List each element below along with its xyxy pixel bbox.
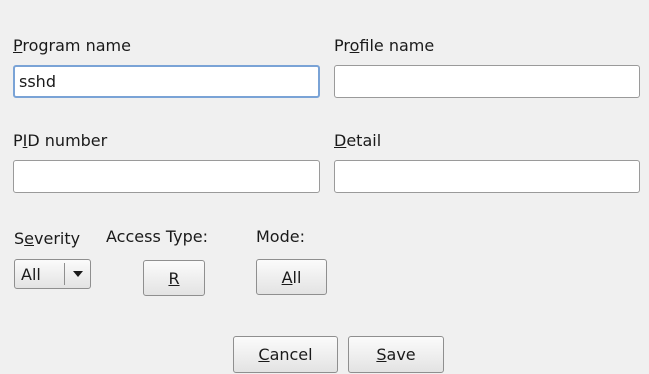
mode-label: Mode: — [256, 227, 305, 246]
access-type-button[interactable]: R — [143, 260, 205, 296]
detail-label: Detail — [334, 131, 382, 150]
pid-number-label: PID number — [13, 131, 108, 150]
program-name-input[interactable] — [13, 65, 320, 98]
severity-dropdown[interactable]: All — [14, 259, 91, 289]
severity-selected-value: All — [21, 264, 41, 284]
access-type-label: Access Type: — [106, 227, 208, 246]
mode-button[interactable]: All — [256, 259, 327, 295]
detail-input[interactable] — [334, 160, 640, 193]
triangle-down-icon — [65, 260, 90, 288]
cancel-button[interactable]: Cancel — [233, 336, 338, 373]
save-button[interactable]: Save — [348, 336, 444, 373]
program-name-label: Program name — [13, 36, 131, 55]
pid-number-input[interactable] — [13, 160, 320, 193]
profile-name-input[interactable] — [334, 65, 640, 98]
profile-name-label: Profile name — [334, 36, 435, 55]
severity-label: Severity — [14, 229, 81, 248]
